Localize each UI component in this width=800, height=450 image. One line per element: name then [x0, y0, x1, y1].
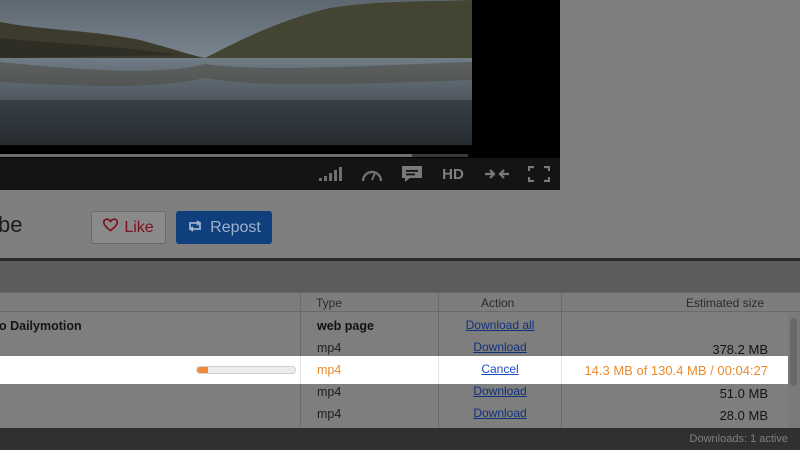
status-bar: Downloads: 1 active — [0, 428, 800, 450]
hd-icon[interactable]: HD — [438, 164, 468, 184]
size-cell: 51.0 MB — [719, 386, 768, 401]
site-name: o Dailymotion — [0, 319, 82, 333]
download-all-link[interactable]: Download all — [439, 318, 561, 332]
scrollbar-thumb[interactable] — [790, 318, 797, 386]
signal-bars-icon[interactable] — [318, 164, 344, 184]
download-progress-bar — [196, 366, 296, 374]
download-link[interactable]: Download — [439, 406, 561, 420]
active-download-row[interactable]: mp4 Cancel 14.3 MB of 130.4 MB / 00:04:2… — [0, 356, 800, 384]
status-text: Downloads: 1 active — [689, 433, 788, 445]
downloads-table-header: Type Action Estimated size — [0, 292, 800, 312]
type-cell: web page — [317, 319, 374, 333]
video-title: be — [0, 212, 23, 237]
size-cell: 28.0 MB — [719, 408, 768, 423]
like-label: Like — [124, 218, 154, 236]
type-cell: mp4 — [317, 385, 342, 399]
fullscreen-icon[interactable] — [526, 164, 552, 184]
repost-label: Repost — [210, 218, 261, 236]
type-cell: mp4 — [317, 363, 342, 377]
download-status-text: 14.3 MB of 130.4 MB / 00:04:27 — [584, 363, 768, 378]
video-progress-bar[interactable] — [0, 154, 468, 157]
download-progress-fill — [197, 367, 208, 373]
type-cell: mp4 — [317, 407, 342, 421]
download-link[interactable]: Download — [439, 384, 561, 398]
type-cell: mp4 — [317, 341, 342, 355]
column-header-size[interactable]: Estimated size — [686, 296, 764, 310]
downloads-toolbar — [0, 261, 800, 292]
video-player[interactable]: HD — [0, 0, 560, 190]
heart-icon — [103, 218, 119, 237]
download-row[interactable]: mp4 Download 28.0 MB — [0, 403, 788, 425]
download-link[interactable]: Download — [439, 340, 561, 354]
column-header-action[interactable]: Action — [481, 296, 514, 310]
subtitles-icon[interactable] — [399, 164, 425, 184]
download-group-row[interactable]: o Dailymotion web page Download all — [0, 315, 788, 337]
speedometer-icon[interactable] — [359, 164, 385, 184]
repost-button[interactable]: Repost — [176, 211, 272, 244]
player-controls-bar: HD — [0, 158, 560, 190]
size-cell: 378.2 MB — [712, 342, 768, 357]
column-header-type[interactable]: Type — [316, 296, 342, 310]
cancel-link[interactable]: Cancel — [439, 362, 561, 376]
download-row[interactable]: mp4 Download 51.0 MB — [0, 381, 788, 403]
column-divider — [300, 356, 301, 384]
repost-icon — [187, 219, 203, 237]
video-frame[interactable] — [0, 0, 472, 145]
column-divider — [561, 356, 562, 384]
like-button[interactable]: Like — [91, 211, 166, 244]
video-letterbox — [472, 0, 560, 150]
video-progress-fill — [0, 154, 412, 157]
collapse-arrows-icon[interactable] — [484, 164, 510, 184]
